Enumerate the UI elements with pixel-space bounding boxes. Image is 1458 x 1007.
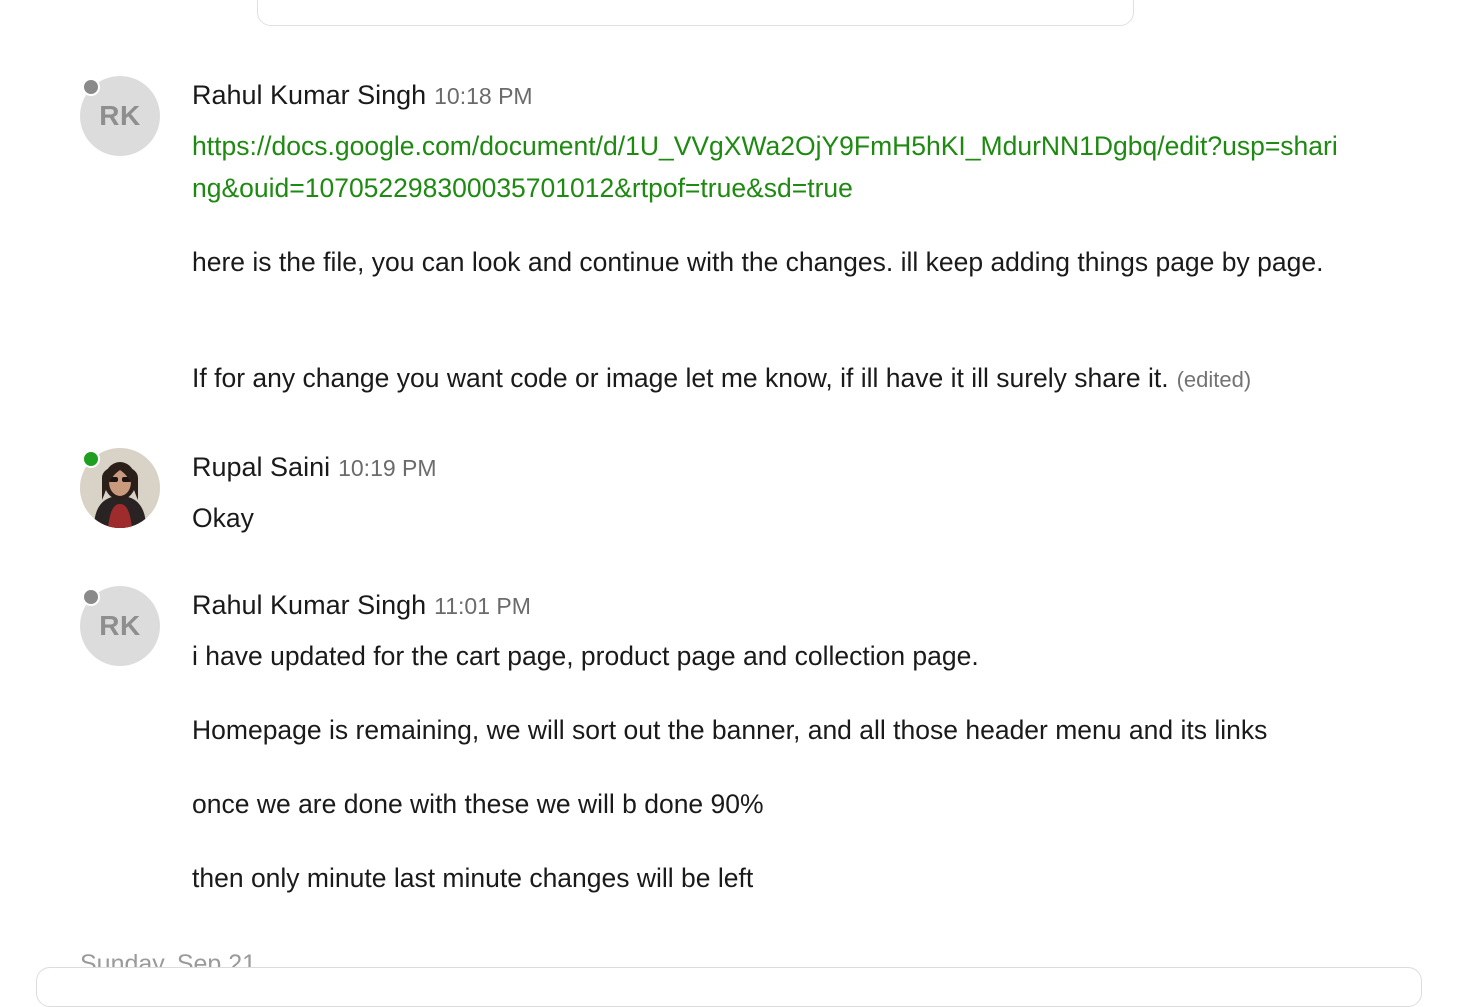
avatar-rupal[interactable] — [80, 448, 160, 528]
edited-label: (edited) — [1176, 367, 1252, 392]
message-composer[interactable] — [36, 967, 1422, 1007]
message-time[interactable]: 11:01 PM — [434, 593, 531, 620]
avatar-rahul[interactable]: RK — [80, 586, 160, 666]
message-paragraph: If for any change you want code or image… — [192, 357, 1342, 401]
avatar-rahul[interactable]: RK — [80, 76, 160, 156]
message-paragraph: i have updated for the cart page, produc… — [192, 641, 979, 671]
author-name[interactable]: Rahul Kumar Singh — [192, 590, 426, 621]
message-time[interactable]: 10:19 PM — [338, 455, 436, 482]
message-text: If for any change you want code or image… — [192, 363, 1169, 393]
author-name[interactable]: Rupal Saini — [192, 452, 330, 483]
message-paragraph: once we are done with these we will b do… — [192, 789, 764, 819]
online-status-icon — [82, 450, 100, 468]
message-text: Okay — [192, 503, 254, 533]
message-header: Rupal Saini 10:19 PM — [192, 452, 437, 483]
author-name[interactable]: Rahul Kumar Singh — [192, 80, 426, 111]
message-header: Rahul Kumar Singh 10:18 PM — [192, 80, 533, 111]
google-doc-link[interactable]: https://docs.google.com/document/d/1U_VV… — [192, 131, 1338, 203]
message-paragraph: here is the file, you can look and conti… — [192, 247, 1324, 277]
message-paragraph: Homepage is remaining, we will sort out … — [192, 715, 1268, 745]
message-header: Rahul Kumar Singh 11:01 PM — [192, 590, 531, 621]
message-link-line: https://docs.google.com/document/d/1U_VV… — [192, 125, 1342, 209]
message-time[interactable]: 10:18 PM — [434, 83, 532, 110]
previous-message-card — [257, 0, 1134, 26]
away-status-icon — [82, 588, 100, 606]
away-status-icon — [82, 78, 100, 96]
message-paragraph: then only minute last minute changes wil… — [192, 863, 754, 893]
